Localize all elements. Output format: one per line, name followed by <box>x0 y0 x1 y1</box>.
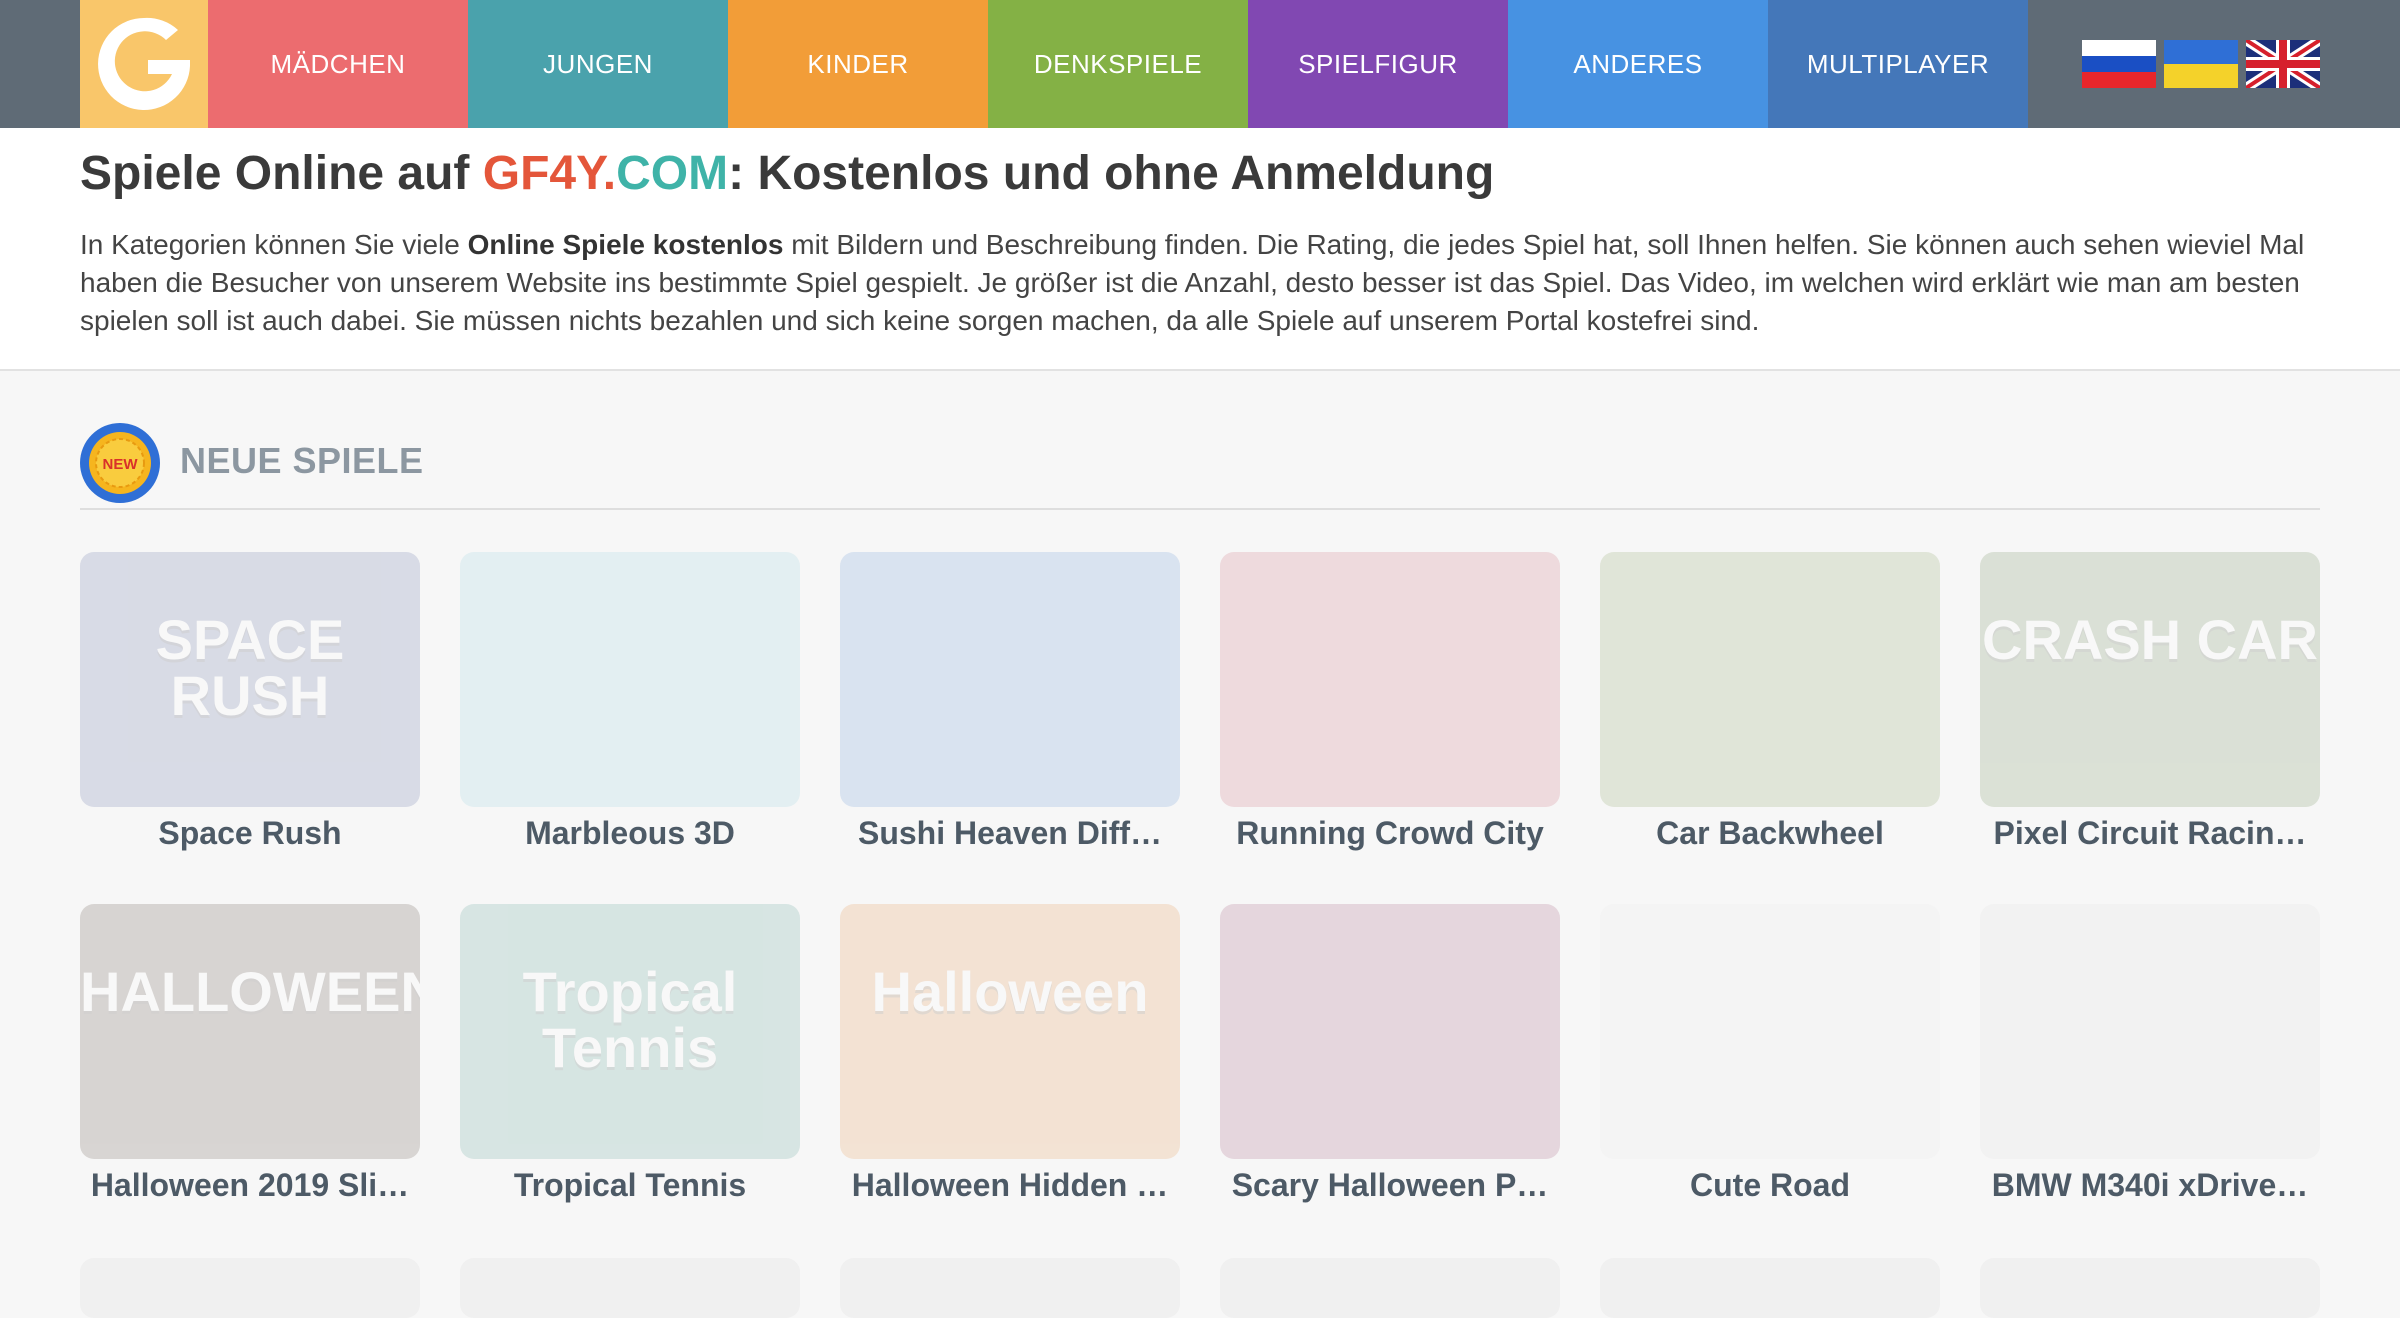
language-en-link[interactable] <box>2246 40 2320 88</box>
section-title: NEUE SPIELE <box>180 440 424 481</box>
intro-text-bold: Online Spiele kostenlos <box>467 229 784 260</box>
game-thumbnail <box>1600 552 1940 807</box>
new-games-header: NEW NEUE SPIELE <box>80 420 2320 510</box>
loading-card <box>1600 1258 1940 1318</box>
game-title: Space Rush <box>158 815 342 851</box>
game-thumbnail <box>840 552 1180 807</box>
uk-flag-icon <box>2246 40 2320 88</box>
game-card[interactable]: BMW M340i xDrive… <box>1980 904 2320 1203</box>
game-grid: SPACE RUSH Space Rush Marbleous 3D Sushi … <box>80 552 2320 1203</box>
nav-label: ANDERES <box>1573 48 1703 79</box>
thumbnail-text: SPACE RUSH <box>155 608 345 727</box>
thumbnail-text: Halloween <box>871 960 1149 1023</box>
game-title: Scary Halloween P… <box>1231 1167 1549 1203</box>
game-thumbnail: Tropical Tennis <box>460 904 800 1159</box>
game-card[interactable]: Cute Road <box>1600 904 1940 1203</box>
intro-text-start: In Kategorien können Sie viele <box>80 229 468 260</box>
site-logo[interactable] <box>80 0 208 128</box>
game-card[interactable]: Sushi Heaven Diff… <box>840 552 1180 851</box>
language-ua-link[interactable] <box>2164 40 2238 88</box>
game-card[interactable]: Running Crowd City <box>1220 552 1560 851</box>
nav-label: KINDER <box>807 48 909 79</box>
language-switcher <box>2082 40 2320 88</box>
title-brand-gf4y: GF4Y. <box>482 147 617 200</box>
game-thumbnail <box>460 552 800 807</box>
game-thumbnail: Halloween <box>840 904 1180 1159</box>
game-thumbnail: CRASH CAR <box>1980 552 2320 807</box>
nav-label: MULTIPLAYER <box>1806 48 1990 79</box>
loading-card <box>1980 1258 2320 1318</box>
nav-item-kinder[interactable]: KINDER <box>728 0 988 128</box>
game-title: Halloween 2019 Sli… <box>90 1167 410 1203</box>
game-thumbnail <box>1220 904 1560 1159</box>
game-card[interactable]: SPACE RUSH Space Rush <box>80 552 420 851</box>
nav-item-jungen[interactable]: JUNGEN <box>468 0 728 128</box>
game-title: Running Crowd City <box>1236 815 1544 851</box>
thumbnail-text: Tropical Tennis <box>522 960 738 1079</box>
loading-card <box>840 1258 1180 1318</box>
russian-flag-icon <box>2082 40 2156 88</box>
game-title: Car Backwheel <box>1656 815 1884 851</box>
title-prefix: Spiele Online auf <box>80 147 483 200</box>
nav-item-multiplayer[interactable]: MULTIPLAYER <box>1768 0 2028 128</box>
intro-description: In Kategorien können Sie viele Online Sp… <box>80 226 2320 340</box>
thumbnail-text: HALLOWEEN <box>80 960 420 1023</box>
game-thumbnail: HALLOWEEN <box>80 904 420 1159</box>
nav-item-spielfigur[interactable]: SPIELFIGUR <box>1248 0 1508 128</box>
game-thumbnail <box>1980 904 2320 1159</box>
language-ru-link[interactable] <box>2082 40 2156 88</box>
game-title: Marbleous 3D <box>525 815 735 851</box>
game-title: Sushi Heaven Diff… <box>857 815 1163 851</box>
nav-label: MÄDCHEN <box>270 48 406 79</box>
game-title: Pixel Circuit Racin… <box>1993 815 2307 851</box>
next-row-placeholder <box>80 1258 2320 1318</box>
game-card[interactable]: Scary Halloween P… <box>1220 904 1560 1203</box>
game-card[interactable]: Car Backwheel <box>1600 552 1940 851</box>
loading-card <box>1220 1258 1560 1318</box>
ukrainian-flag-icon <box>2164 40 2238 88</box>
nav-item-maedchen[interactable]: MÄDCHEN <box>208 0 468 128</box>
nav-item-anderes[interactable]: ANDERES <box>1508 0 1768 128</box>
game-card[interactable]: CRASH CAR Pixel Circuit Racin… <box>1980 552 2320 851</box>
badge-label: NEW <box>103 456 139 473</box>
nav-label: JUNGEN <box>543 48 653 79</box>
game-title: Cute Road <box>1690 1167 1850 1203</box>
game-card[interactable]: Tropical Tennis Tropical Tennis <box>460 904 800 1203</box>
top-navigation-bar: MÄDCHEN JUNGEN KINDER DENKSPIELE SPIELFI… <box>0 0 2400 128</box>
intro-section: Spiele Online auf GF4Y.COM: Kostenlos un… <box>0 128 2400 371</box>
page-title: Spiele Online auf GF4Y.COM: Kostenlos un… <box>80 146 1494 201</box>
new-badge-icon: NEW <box>80 423 160 503</box>
thumbnail-text: CRASH CAR <box>1982 608 2318 671</box>
game-card[interactable]: Halloween Halloween Hidden … <box>840 904 1180 1203</box>
game-thumbnail <box>1220 552 1560 807</box>
game-card[interactable]: HALLOWEEN Halloween 2019 Sli… <box>80 904 420 1203</box>
nav-item-denkspiele[interactable]: DENKSPIELE <box>988 0 1248 128</box>
title-suffix: : Kostenlos und ohne Anmeldung <box>728 147 1495 200</box>
title-brand-com: COM <box>616 147 729 200</box>
game-title: Halloween Hidden … <box>851 1167 1169 1203</box>
gf4y-logo-icon <box>98 17 190 110</box>
game-thumbnail: SPACE RUSH <box>80 552 420 807</box>
nav-label: SPIELFIGUR <box>1298 48 1458 79</box>
nav-label: DENKSPIELE <box>1033 48 1203 79</box>
game-title: Tropical Tennis <box>513 1167 747 1203</box>
game-card[interactable]: Marbleous 3D <box>460 552 800 851</box>
loading-card <box>460 1258 800 1318</box>
category-nav: MÄDCHEN JUNGEN KINDER DENKSPIELE SPIELFI… <box>208 0 2028 128</box>
game-thumbnail <box>1600 904 1940 1159</box>
loading-card <box>80 1258 420 1318</box>
game-title: BMW M340i xDrive… <box>1991 1167 2309 1203</box>
